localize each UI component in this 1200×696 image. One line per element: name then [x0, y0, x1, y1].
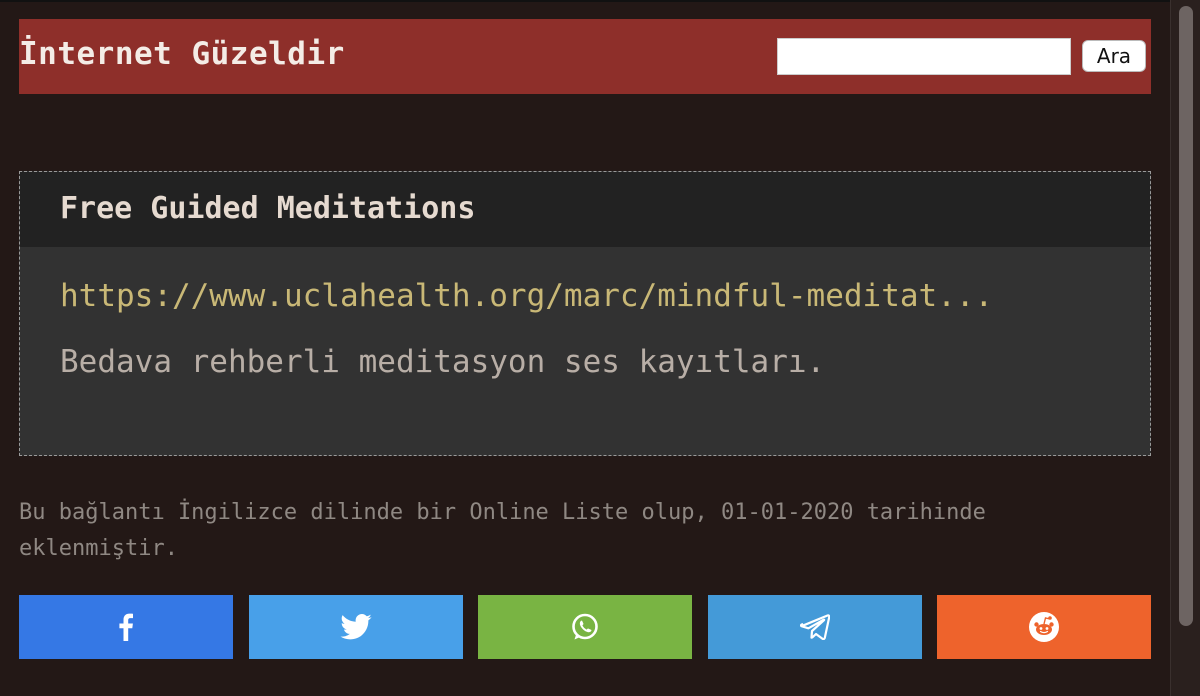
card-title: Free Guided Meditations — [60, 191, 476, 226]
twitter-icon — [340, 614, 372, 640]
card-description: Bedava rehberli meditasyon ses kayıtları… — [60, 344, 826, 380]
share-reddit-button[interactable] — [937, 595, 1151, 659]
telegram-icon — [800, 614, 830, 640]
card-link[interactable]: https://www.uclahealth.org/marc/mindful-… — [60, 278, 993, 314]
share-buttons — [19, 595, 1151, 659]
window-top-edge — [0, 0, 1170, 2]
share-facebook-button[interactable] — [19, 595, 233, 659]
link-meta-info: Bu bağlantı İngilizce dilinde bir Online… — [19, 500, 986, 561]
share-whatsapp-button[interactable] — [478, 595, 692, 659]
scrollbar-thumb[interactable] — [1179, 6, 1193, 626]
share-twitter-button[interactable] — [249, 595, 463, 659]
card-header: Free Guided Meditations — [20, 172, 1150, 247]
facebook-icon — [119, 613, 133, 641]
share-telegram-button[interactable] — [708, 595, 922, 659]
site-title[interactable]: İnternet Güzeldir — [19, 36, 345, 72]
reddit-icon — [1029, 612, 1059, 642]
search-button[interactable]: Ara — [1082, 40, 1146, 72]
page: İnternet Güzeldir Ara Free Guided Medita… — [0, 0, 1200, 696]
link-card: Free Guided Meditations https://www.ucla… — [19, 171, 1151, 456]
vertical-scrollbar[interactable] — [1170, 0, 1200, 696]
whatsapp-icon — [572, 613, 598, 640]
site-header: İnternet Güzeldir Ara — [19, 19, 1151, 94]
search-input[interactable] — [777, 38, 1071, 75]
